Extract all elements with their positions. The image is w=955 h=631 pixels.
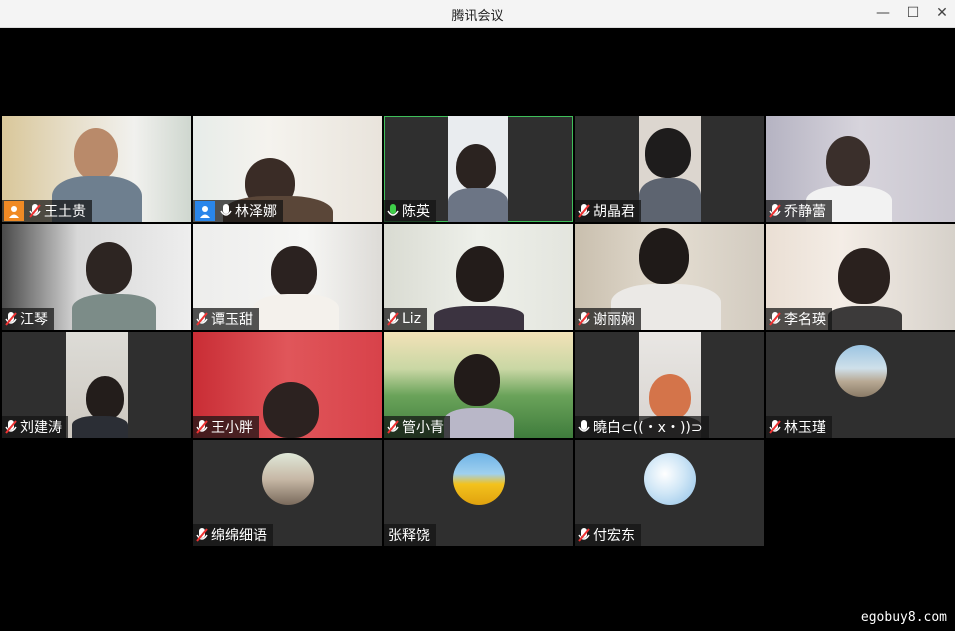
mic-muted-icon [195,526,209,544]
participant-name: 管小青 [402,420,444,436]
participant-name: 胡晶君 [593,204,635,220]
mic-muted-icon [768,418,782,436]
user-icon [195,201,215,221]
participant-name: 陈英 [402,204,430,220]
participant-label: 曉白⊂((・x・))⊃ [575,416,709,438]
participant-name: 绵绵细语 [211,528,267,544]
participant-tile[interactable]: 刘建涛 [2,332,191,438]
participant-name: 王小胖 [211,420,253,436]
avatar [643,453,696,505]
video-grid: 王土贵 林泽娜 陈英 胡晶君 乔静蕾 江琴 谭玉甜 Liz 谢丽娴 李名瑛 刘建… [2,28,955,631]
participant-tile[interactable]: 绵绵细语 [193,440,382,546]
mic-muted-icon [4,418,18,436]
mic-muted-icon [4,310,18,328]
participant-tile[interactable]: 林玉瑾 [766,332,955,438]
mic-muted-icon [768,310,782,328]
mic-muted-icon [577,202,591,220]
participant-tile[interactable]: 林泽娜 [193,116,382,222]
participant-tile[interactable]: 胡晶君 [575,116,764,222]
participant-label: 李名瑛 [766,308,832,330]
participant-label: 乔静蕾 [766,200,832,222]
watermark: egobuy8.com [860,610,947,625]
participant-name: 江琴 [20,312,48,328]
participant-name: 林泽娜 [235,204,277,220]
participant-label: 谭玉甜 [193,308,259,330]
participant-label: 林泽娜 [193,200,283,222]
minimize-icon[interactable]: — [870,3,896,23]
participant-name: 王土贵 [44,204,86,220]
participant-label: 江琴 [2,308,54,330]
participant-name: 乔静蕾 [784,204,826,220]
participant-tile[interactable]: 乔静蕾 [766,116,955,222]
close-icon[interactable]: ✕ [929,3,955,23]
participant-name: 谭玉甜 [211,312,253,328]
maximize-icon[interactable]: ☐ [900,3,926,23]
participant-tile[interactable]: 付宏东 [575,440,764,546]
participant-name: Liz [402,311,422,327]
participant-tile[interactable]: 谢丽娴 [575,224,764,330]
participant-label: 王土贵 [2,200,92,222]
participant-tile[interactable]: 李名瑛 [766,224,955,330]
participant-label: 张释饶 [384,524,436,546]
participant-label: 谢丽娴 [575,308,641,330]
avatar [452,453,505,505]
participant-tile[interactable]: 王小胖 [193,332,382,438]
participant-tile[interactable]: 陈英 [384,116,573,222]
participant-tile[interactable]: 曉白⊂((・x・))⊃ [575,332,764,438]
participant-label: 刘建涛 [2,416,68,438]
title-bar: 腾讯会议 — ☐ ✕ [0,0,955,28]
participant-label: 付宏东 [575,524,641,546]
participant-tile[interactable]: 江琴 [2,224,191,330]
participant-tile[interactable]: 谭玉甜 [193,224,382,330]
mic-on-icon [219,202,233,220]
participant-tile[interactable]: Liz [384,224,573,330]
mic-muted-icon [195,418,209,436]
mic-muted-icon [577,310,591,328]
mic-muted-icon [386,310,400,328]
participant-name: 刘建涛 [20,420,62,436]
participant-name: 付宏东 [593,528,635,544]
avatar [261,453,314,505]
participant-tile[interactable]: 王土贵 [2,116,191,222]
window-title: 腾讯会议 [451,9,504,24]
participant-label: 陈英 [384,200,436,222]
avatar [834,345,887,397]
participant-tile[interactable]: 张释饶 [384,440,573,546]
participant-label: 绵绵细语 [193,524,273,546]
participant-name: 曉白⊂((・x・))⊃ [593,420,703,436]
participant-name: 谢丽娴 [593,312,635,328]
mic-muted-icon [195,310,209,328]
mic-muted-icon [28,202,42,220]
participant-label: 王小胖 [193,416,259,438]
user-icon [4,201,24,221]
participant-name: 林玉瑾 [784,420,826,436]
participant-label: 林玉瑾 [766,416,832,438]
participant-name: 李名瑛 [784,312,826,328]
participant-label: 管小青 [384,416,450,438]
participant-label: 胡晶君 [575,200,641,222]
mic-speaking-icon [386,202,400,220]
participant-name: 张释饶 [388,528,430,544]
participant-tile[interactable]: 管小青 [384,332,573,438]
mic-muted-icon [768,202,782,220]
mic-muted-icon [577,526,591,544]
participant-label: Liz [384,308,428,330]
mic-on-icon [577,418,591,436]
mic-muted-icon [386,418,400,436]
